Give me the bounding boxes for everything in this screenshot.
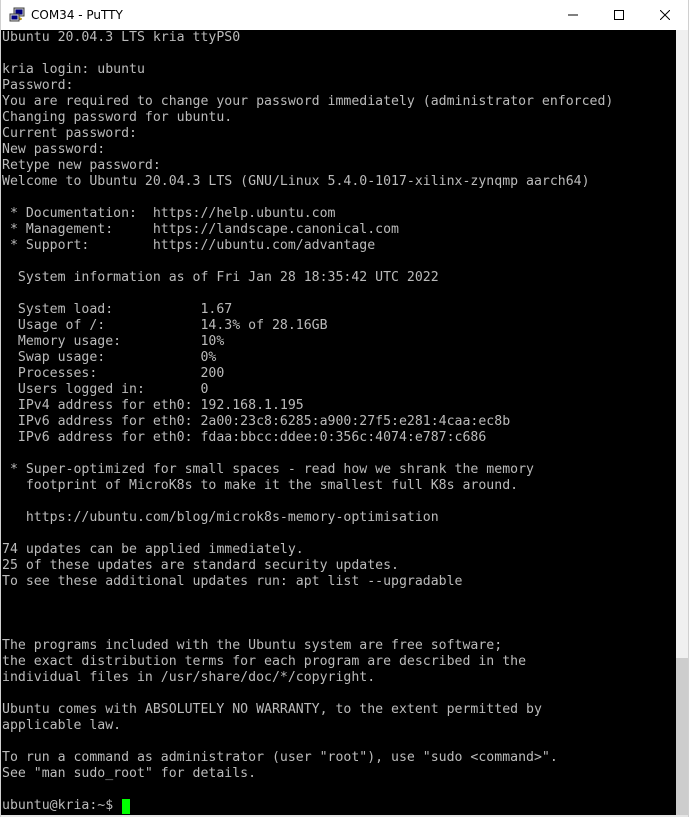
maximize-icon xyxy=(614,10,624,20)
terminal-line: See "man sudo_root" for details. xyxy=(2,766,257,781)
close-button[interactable] xyxy=(642,0,688,30)
terminal-line: Current password: xyxy=(2,126,137,141)
terminal-line: Ubuntu comes with ABSOLUTELY NO WARRANTY… xyxy=(2,702,542,717)
shell-prompt: ubuntu@kria:~$ xyxy=(2,798,122,813)
terminal-line: Ubuntu 20.04.3 LTS kria ttyPS0 xyxy=(2,30,241,45)
terminal-line: New password: xyxy=(2,142,106,157)
close-icon xyxy=(660,10,670,20)
terminal-line: Users logged in: 0 xyxy=(2,382,209,397)
terminal-line: Retype new password: xyxy=(2,158,161,173)
terminal-line: kria login: ubuntu xyxy=(2,62,145,77)
shell-prompt-line[interactable]: ubuntu@kria:~$ xyxy=(2,798,613,814)
terminal-line: Memory usage: 10% xyxy=(2,334,225,349)
terminal-line: IPv4 address for eth0: 192.168.1.195 xyxy=(2,398,304,413)
terminal-line: Processes: 200 xyxy=(2,366,225,381)
terminal-line: The programs included with the Ubuntu sy… xyxy=(2,638,503,653)
terminal-line: System information as of Fri Jan 28 18:3… xyxy=(2,270,439,285)
terminal-line: 25 of these updates are standard securit… xyxy=(2,558,399,573)
terminal-area[interactable]: Ubuntu 20.04.3 LTS kria ttyPS0 kria login… xyxy=(1,30,676,815)
terminal-line: To run a command as administrator (user … xyxy=(2,750,558,765)
scrollbar-thumb[interactable] xyxy=(676,658,688,815)
terminal-line: You are required to change your password… xyxy=(2,94,614,109)
minimize-button[interactable] xyxy=(550,0,596,30)
text-cursor xyxy=(122,798,131,814)
terminal-line: To see these additional updates run: apt… xyxy=(2,574,463,589)
terminal-line: * Documentation: https://help.ubuntu.com xyxy=(2,206,336,221)
terminal-line: Password: xyxy=(2,78,74,93)
terminal-line: https://ubuntu.com/blog/microk8s-memory-… xyxy=(2,510,439,525)
terminal-line: * Support: https://ubuntu.com/advantage xyxy=(2,238,376,253)
putty-window: COM34 - PuTTY Ubuntu 20.04.3 LTS kria tt… xyxy=(0,0,689,817)
terminal-line: IPv6 address for eth0: fdaa:bbcc:ddee:0:… xyxy=(2,430,487,445)
terminal-line: 74 updates can be applied immediately. xyxy=(2,542,304,557)
maximize-button[interactable] xyxy=(596,0,642,30)
terminal-line: individual files in /usr/share/doc/*/cop… xyxy=(2,670,376,685)
minimize-icon xyxy=(568,14,578,16)
terminal-line: * Super-optimized for small spaces - rea… xyxy=(2,462,534,477)
terminal-output: Ubuntu 20.04.3 LTS kria ttyPS0 kria login… xyxy=(2,30,613,814)
terminal-line: * Management: https://landscape.canonica… xyxy=(2,222,399,237)
vertical-scrollbar[interactable] xyxy=(676,30,688,815)
window-title: COM34 - PuTTY xyxy=(31,8,123,22)
terminal-line: the exact distribution terms for each pr… xyxy=(2,654,527,669)
terminal-line: System load: 1.67 xyxy=(2,302,233,317)
terminal-line: Usage of /: 14.3% of 28.16GB xyxy=(2,318,328,333)
terminal-line: Welcome to Ubuntu 20.04.3 LTS (GNU/Linux… xyxy=(2,174,590,189)
terminal-line: Swap usage: 0% xyxy=(2,350,217,365)
terminal-line: Changing password for ubuntu. xyxy=(2,110,233,125)
terminal-line: IPv6 address for eth0: 2a00:23c8:6285:a9… xyxy=(2,414,511,429)
title-bar[interactable]: COM34 - PuTTY xyxy=(1,0,688,30)
putty-icon[interactable] xyxy=(9,7,25,23)
terminal-line: footprint of MicroK8s to make it the sma… xyxy=(2,478,519,493)
terminal-line: applicable law. xyxy=(2,718,122,733)
